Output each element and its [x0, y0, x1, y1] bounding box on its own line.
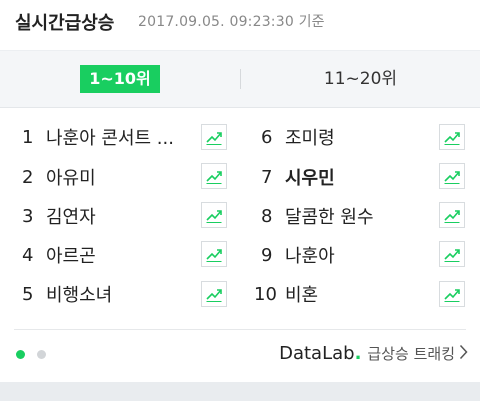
- keyword: 비행소녀: [46, 285, 113, 306]
- keyword: 아르곤: [46, 246, 96, 267]
- list-item[interactable]: 9 나훈아: [261, 238, 335, 272]
- datalab-logo: DataLab.: [279, 343, 362, 364]
- divider: [14, 329, 466, 330]
- list-item[interactable]: 4 아르곤: [22, 238, 96, 272]
- trend-chart-icon[interactable]: [201, 163, 227, 189]
- list-item[interactable]: 6 조미령: [261, 120, 335, 154]
- rank-tabs: 1~10위 11~20위: [0, 50, 480, 108]
- timestamp: 2017.09.05. 09:23:30 기준: [138, 14, 325, 30]
- rank-number: 9: [261, 244, 273, 266]
- page-indicator[interactable]: [37, 350, 46, 359]
- tab-label: 1~10위: [80, 65, 160, 93]
- list-item[interactable]: 10 비혼: [254, 277, 318, 311]
- rank-number: 5: [22, 283, 34, 305]
- keyword: 김연자: [46, 207, 96, 228]
- rank-number: 2: [22, 166, 34, 188]
- trend-chart-icon[interactable]: [439, 281, 465, 307]
- tab-label: 11~20위: [323, 69, 398, 89]
- list-item[interactable]: 1 나훈아 콘서트 ...: [22, 120, 174, 154]
- keyword: 시우민: [285, 168, 335, 189]
- trend-tracking-label: 급상승 트래킹: [367, 345, 455, 363]
- page-title: 실시간급상승: [15, 13, 115, 34]
- rank-number: 1: [22, 126, 34, 148]
- tab-rank-11-20[interactable]: 11~20위: [241, 51, 480, 107]
- page-indicator-active[interactable]: [16, 350, 25, 359]
- chevron-right-icon: [459, 344, 468, 364]
- datalab-link[interactable]: DataLab. 급상승 트래킹: [279, 343, 468, 364]
- trend-chart-icon[interactable]: [201, 241, 227, 267]
- keyword: 달콤한 원수: [285, 207, 374, 228]
- keyword: 나훈아 콘서트 ...: [46, 128, 174, 149]
- keyword: 조미령: [285, 128, 335, 149]
- list-item[interactable]: 3 김연자: [22, 199, 96, 233]
- bottom-bar: [0, 382, 480, 401]
- keyword: 비혼: [285, 285, 319, 306]
- keyword: 아유미: [46, 168, 96, 189]
- trend-chart-icon[interactable]: [201, 202, 227, 228]
- tab-rank-1-10[interactable]: 1~10위: [0, 51, 240, 107]
- trend-chart-icon[interactable]: [201, 124, 227, 150]
- rank-number: 3: [22, 205, 34, 227]
- header: 실시간급상승 2017.09.05. 09:23:30 기준: [0, 0, 480, 44]
- rank-number: 8: [261, 205, 273, 227]
- trend-chart-icon[interactable]: [439, 163, 465, 189]
- keyword: 나훈아: [285, 246, 335, 267]
- list-item[interactable]: 2 아유미: [22, 160, 96, 194]
- list-item[interactable]: 5 비행소녀: [22, 277, 112, 311]
- trend-chart-icon[interactable]: [201, 281, 227, 307]
- trend-chart-icon[interactable]: [439, 202, 465, 228]
- trend-chart-icon[interactable]: [439, 124, 465, 150]
- rank-number: 10: [254, 283, 277, 305]
- rank-number: 4: [22, 244, 34, 266]
- rank-number: 7: [261, 166, 273, 188]
- list-item[interactable]: 7 시우민: [261, 160, 335, 194]
- trend-chart-icon[interactable]: [439, 241, 465, 267]
- rank-number: 6: [261, 126, 273, 148]
- list-item[interactable]: 8 달콤한 원수: [261, 199, 374, 233]
